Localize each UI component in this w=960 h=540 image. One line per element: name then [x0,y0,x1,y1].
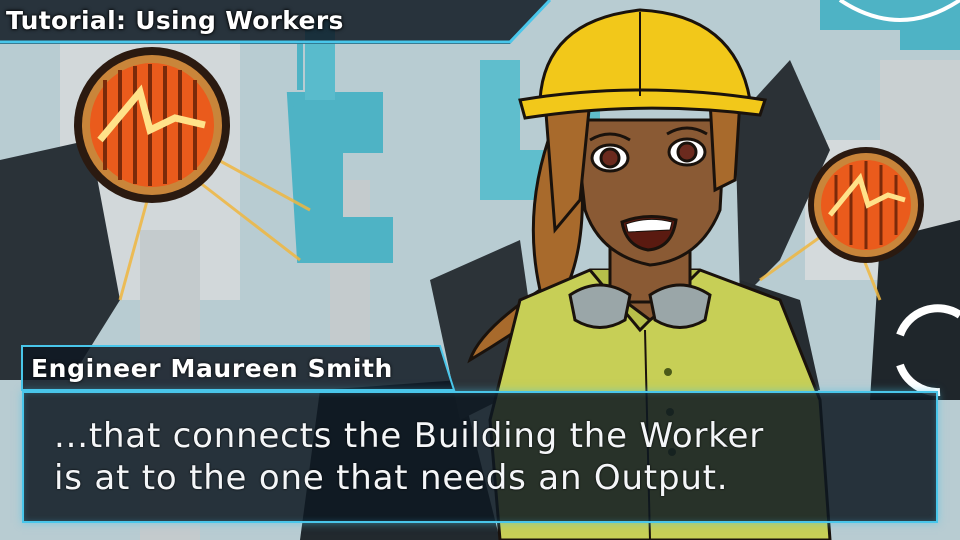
dialogue-box[interactable]: ...that connects the Building the Worker… [22,391,938,523]
speaker-name: Engineer Maureen Smith [31,354,393,383]
work-lamp-icon-right [808,147,924,263]
cutscene-stage[interactable]: Tutorial: Using Workers Engineer Maureen… [0,0,960,540]
dialogue-line-1: ...that connects the Building the Worker [54,416,765,456]
work-lamp-icon [74,47,230,203]
tutorial-title: Tutorial: Using Workers [6,6,344,35]
dialogue-line-2: is at to the one that needs an Output. [54,458,729,498]
